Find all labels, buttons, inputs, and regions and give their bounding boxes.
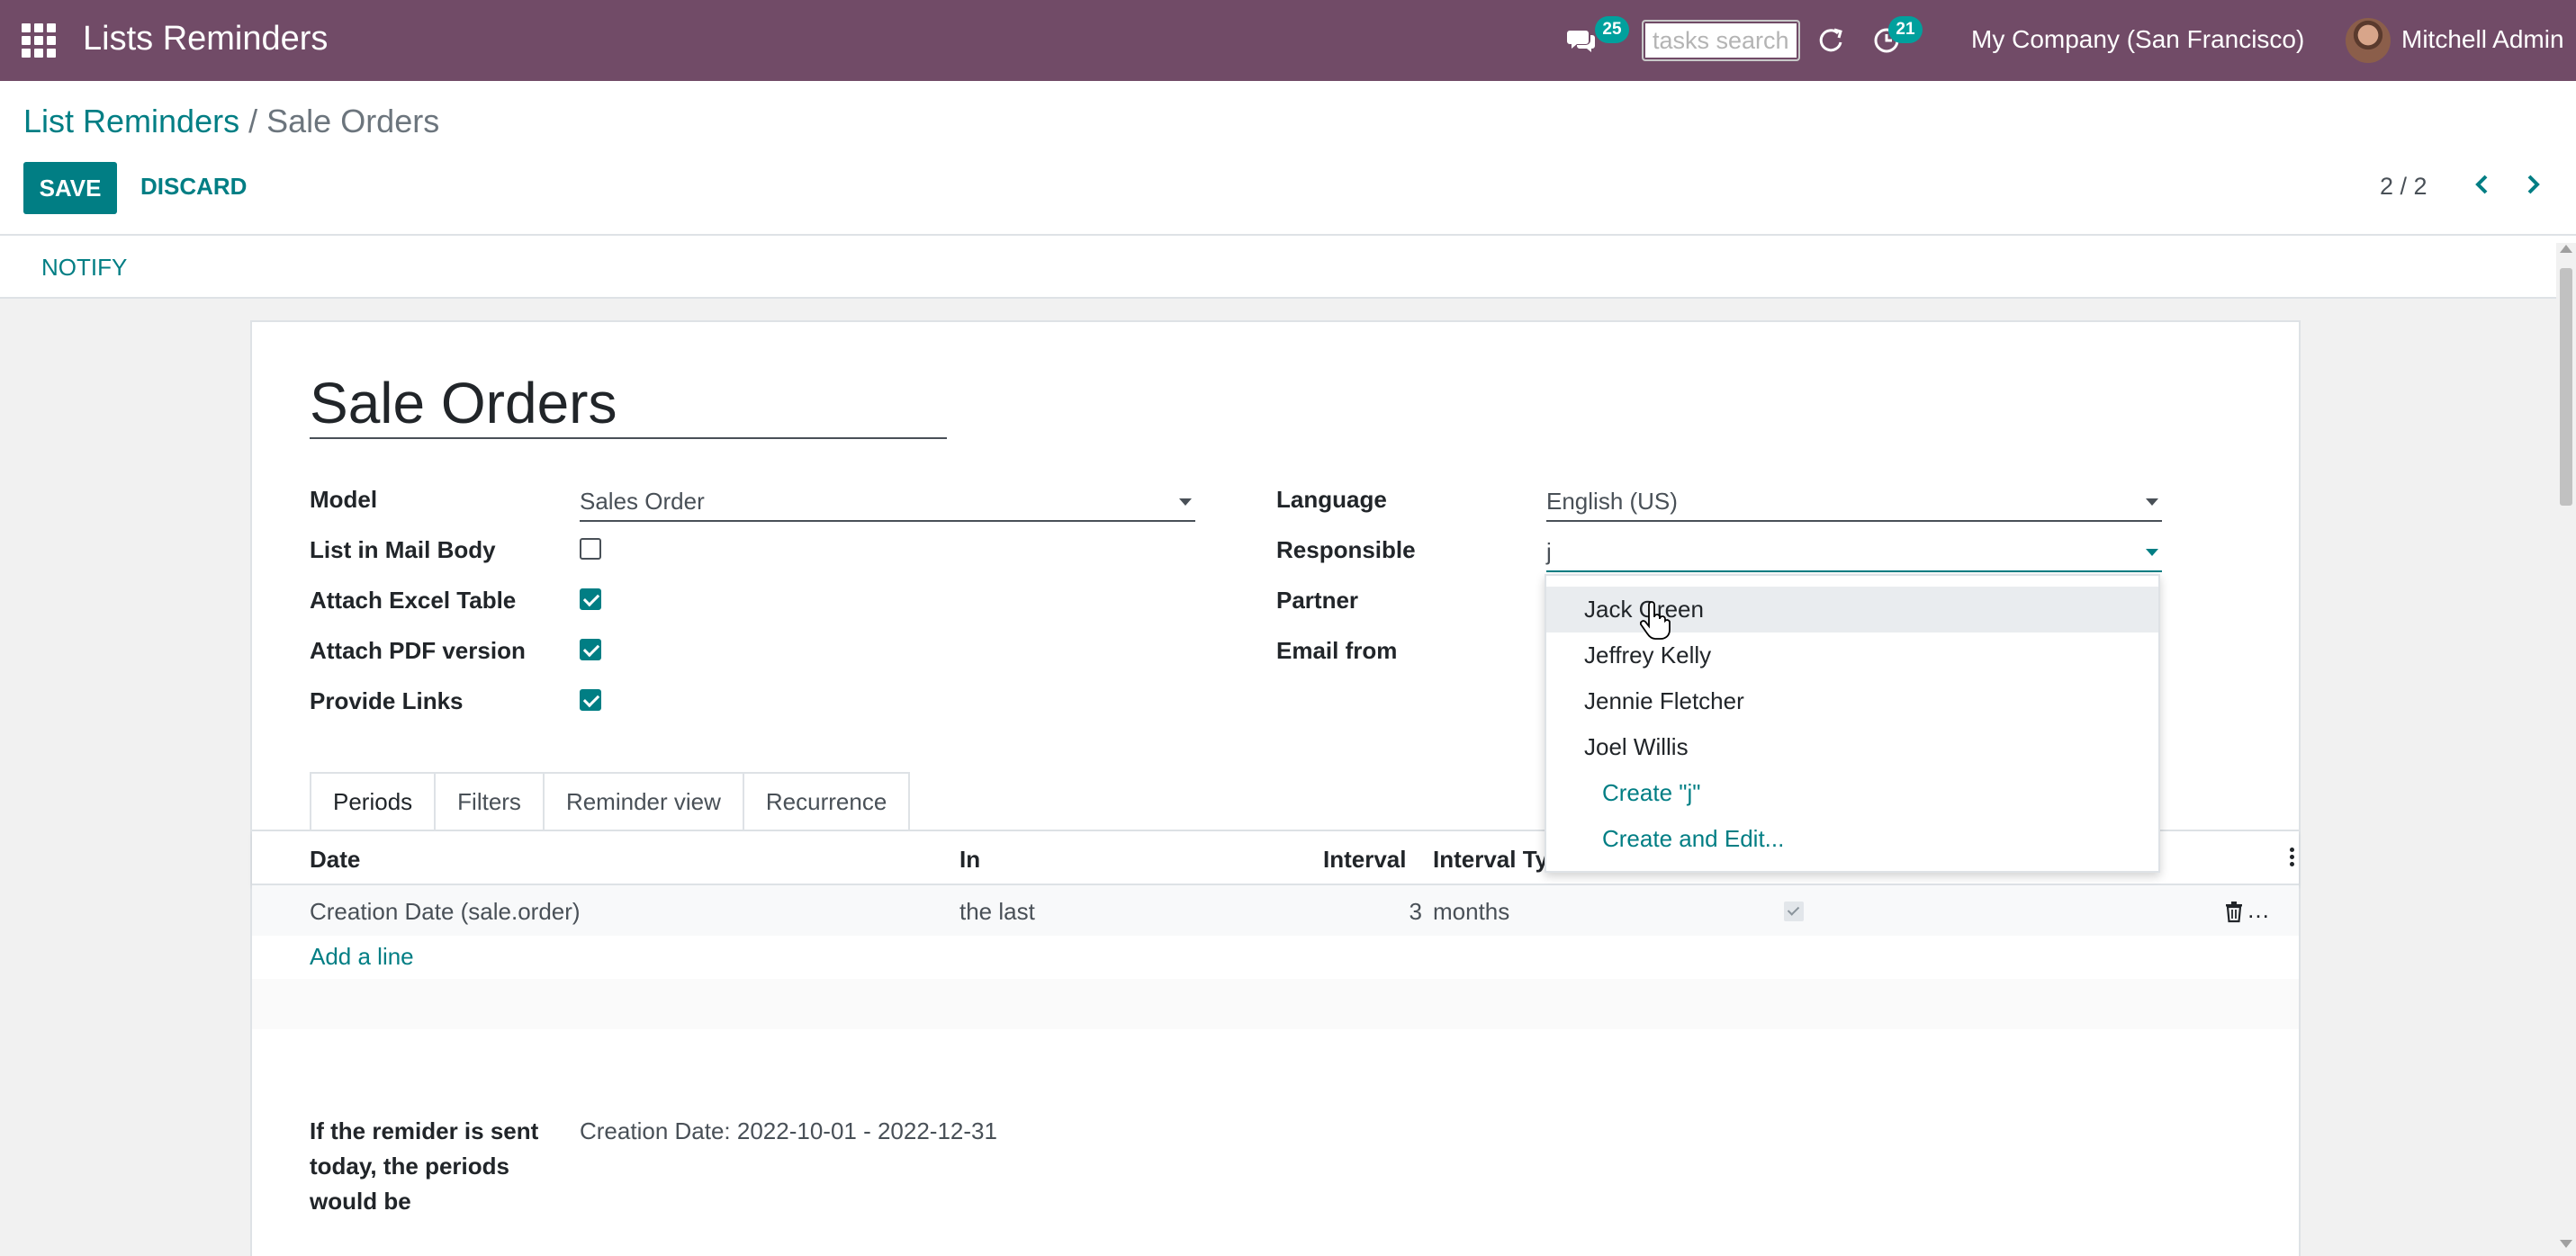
add-line-link[interactable]: Add a line [310,943,414,971]
cell-in: the last [959,898,1035,925]
control-panel: List Reminders / Sale Orders SAVE DISCAR… [0,81,2576,236]
dropdown-item-jeffrey-kelly[interactable]: Jeffrey Kelly [1546,632,2158,678]
cell-date: Creation Date (sale.order) [310,898,581,925]
table-row[interactable]: Creation Date (sale.order) the last 3 mo… [252,885,2299,936]
responsible-label: Responsible [1276,536,1416,563]
apps-menu-icon[interactable] [22,23,56,58]
refresh-icon[interactable] [1815,24,1847,57]
empty-table-row [252,979,2299,1029]
record-name-field[interactable]: Sale Orders [310,367,947,439]
row-checkbox [1784,902,1804,921]
model-label: Model [310,486,378,513]
user-avatar[interactable] [2346,18,2391,63]
scrollbar-thumb[interactable] [2560,268,2572,506]
email-from-label: Email from [1276,637,1398,664]
tasks-search-input[interactable] [1642,20,1800,61]
scroll-up-arrow-icon[interactable] [2560,245,2572,253]
responsible-input[interactable]: j [1546,531,2162,572]
row-overflow-ellipsis: … [2247,896,2270,923]
column-interval-type[interactable]: Interval Typ [1433,846,1563,874]
notebook-tabs: Periods Filters Reminder view Recurrence [310,772,911,831]
breadcrumb-current: Sale Orders [266,103,440,139]
tab-filters[interactable]: Filters [434,772,545,831]
pager-previous-icon[interactable] [2468,169,2497,200]
chevron-down-icon [2146,498,2158,506]
activity-badge: 21 [1888,16,1923,43]
responsible-value: j [1546,538,1552,565]
attach-excel-checkbox[interactable] [580,588,601,610]
periods-value: Creation Date: 2022-10-01 - 2022-12-31 [580,1117,997,1144]
user-menu[interactable]: Mitchell Admin [2401,25,2564,54]
language-value: English (US) [1546,488,1678,515]
app-title[interactable]: Lists Reminders [83,20,328,58]
tab-reminder-view[interactable]: Reminder view [542,772,744,831]
chevron-down-icon [1179,498,1192,506]
breadcrumb: List Reminders / Sale Orders [23,103,439,140]
chat-badge: 25 [1595,16,1629,43]
scroll-down-arrow-icon[interactable] [2560,1240,2572,1248]
breadcrumb-separator: / [248,103,258,139]
save-button[interactable]: SAVE [23,162,117,214]
attach-pdf-label: Attach PDF version [310,637,526,664]
model-select[interactable]: Sales Order [580,480,1195,522]
dropdown-create-option[interactable]: Create "j" [1546,770,2158,816]
dropdown-item-joel-willis[interactable]: Joel Willis [1546,724,2158,770]
attach-pdf-checkbox[interactable] [580,639,601,660]
breadcrumb-parent[interactable]: List Reminders [23,103,239,139]
partner-label: Partner [1276,587,1359,614]
provide-links-checkbox[interactable] [580,689,601,711]
chevron-down-icon [2146,549,2158,556]
column-interval[interactable]: Interval [1323,846,1407,874]
discard-button[interactable]: DISCARD [140,173,247,201]
column-in[interactable]: In [959,846,980,874]
company-switcher[interactable]: My Company (San Francisco) [1971,25,2304,54]
optional-columns-icon[interactable] [2290,848,2295,869]
pager-value[interactable]: 2 / 2 [2380,173,2427,201]
periods-label: If the remider is sent today, the period… [310,1117,539,1215]
form-statusbar: NOTIFY [0,236,2576,299]
column-date[interactable]: Date [310,846,360,874]
hand-cursor-icon [1640,601,1671,640]
list-in-mail-label: List in Mail Body [310,536,496,563]
responsible-autocomplete-dropdown: Jack Green Jeffrey Kelly Jennie Fletcher… [1545,574,2160,873]
cell-interval-type: months [1433,898,1510,925]
trash-icon[interactable] [2223,900,2245,923]
tab-recurrence[interactable]: Recurrence [742,772,911,831]
list-in-mail-checkbox[interactable] [580,538,601,560]
provide-links-label: Provide Links [310,687,464,714]
language-label: Language [1276,486,1387,513]
attach-excel-label: Attach Excel Table [310,587,517,614]
dropdown-item-jennie-fletcher[interactable]: Jennie Fletcher [1546,678,2158,724]
language-select[interactable]: English (US) [1546,480,2162,522]
top-navbar: Lists Reminders 25 21 My Company (San Fr… [0,0,2576,81]
dropdown-item-jack-green[interactable]: Jack Green [1546,587,2158,632]
dropdown-create-edit-option[interactable]: Create and Edit... [1546,816,2158,862]
cell-interval: 3 [1409,898,1422,925]
notify-button[interactable]: NOTIFY [41,254,127,282]
tab-periods[interactable]: Periods [310,772,437,831]
pager-next-icon[interactable] [2518,169,2547,200]
chat-icon[interactable] [1566,25,1597,56]
model-value: Sales Order [580,488,705,515]
